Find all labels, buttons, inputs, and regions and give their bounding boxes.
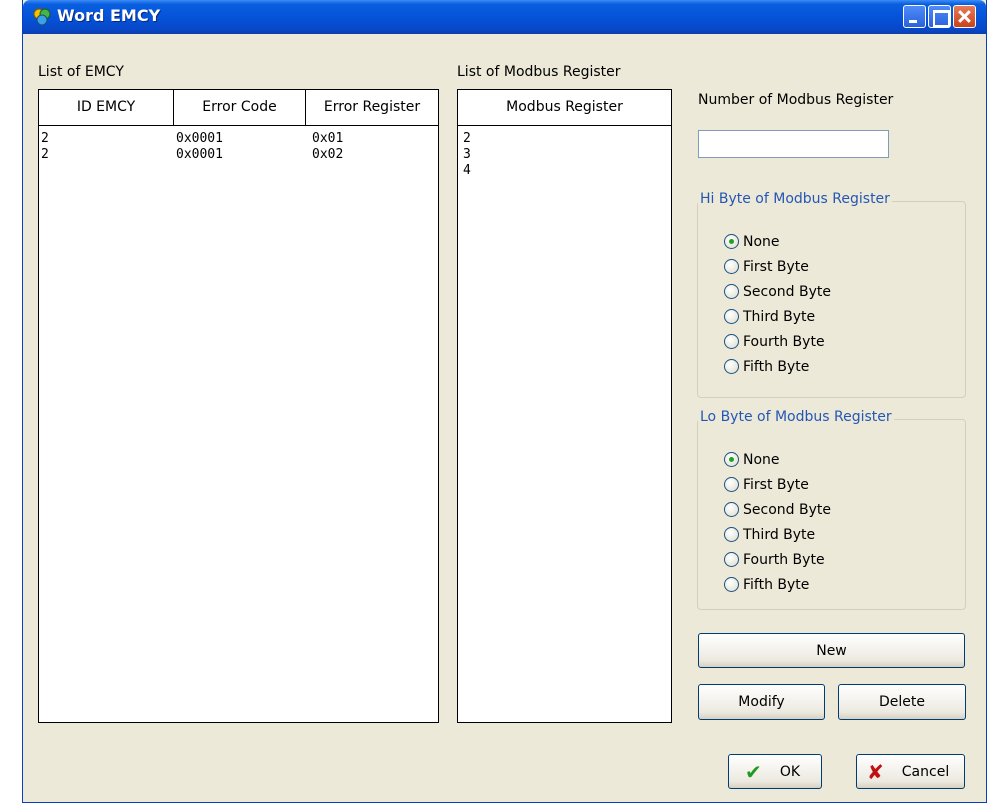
app-icon	[33, 8, 51, 26]
radio-button[interactable]	[724, 259, 739, 274]
radio-label: None	[743, 452, 780, 468]
cancel-button[interactable]: ✘ Cancel	[856, 754, 965, 789]
radio-label: Fifth Byte	[743, 359, 810, 375]
radio-label: Second Byte	[743, 502, 831, 518]
modbus-list-label: List of Modbus Register	[457, 64, 621, 80]
modbus-row-2[interactable]: 3	[463, 147, 471, 163]
radio-label: Third Byte	[743, 309, 816, 325]
close-button[interactable]	[953, 5, 976, 28]
radio-label: Fourth Byte	[743, 552, 825, 568]
radio-button[interactable]	[724, 577, 739, 592]
ok-button-label: OK	[779, 763, 801, 780]
radio-button[interactable]	[724, 334, 739, 349]
number-of-modbus-register-input[interactable]	[698, 130, 889, 158]
column-header-modbus-register[interactable]: Modbus Register	[458, 90, 671, 125]
radio-button[interactable]	[724, 284, 739, 299]
radio-label: Third Byte	[743, 527, 816, 543]
radio-label: First Byte	[743, 477, 809, 493]
emcy-row-1-error-register[interactable]: 0x01	[312, 131, 343, 147]
cancel-button-label: Cancel	[901, 763, 950, 780]
new-button[interactable]: New	[698, 633, 965, 668]
header-divider	[458, 125, 671, 126]
emcy-row-2-error-code[interactable]: 0x0001	[176, 147, 223, 163]
hi-byte-group-title: Hi Byte of Modbus Register	[698, 191, 892, 207]
radio-selected-dot	[729, 457, 734, 462]
radio-label: Fifth Byte	[743, 577, 810, 593]
lo-byte-group: Lo Byte of Modbus Register None First By…	[697, 409, 966, 610]
radio-label: First Byte	[743, 259, 809, 275]
delete-button-label: Delete	[879, 694, 925, 710]
radio-button-selected[interactable]	[724, 234, 739, 249]
modbus-register-list[interactable]: Modbus Register 2 3 4	[457, 89, 672, 723]
x-cross-icon: ✘	[867, 759, 884, 784]
column-header-id-emcy[interactable]: ID EMCY	[39, 90, 174, 125]
emcy-list-label: List of EMCY	[38, 64, 124, 80]
minimize-button[interactable]	[903, 5, 926, 28]
number-of-modbus-register-label: Number of Modbus Register	[698, 92, 894, 108]
radio-label: None	[743, 234, 780, 250]
emcy-row-1-id[interactable]: 2	[41, 131, 49, 147]
lo-byte-group-title: Lo Byte of Modbus Register	[698, 409, 894, 425]
radio-button[interactable]	[724, 309, 739, 324]
emcy-row-2-id[interactable]: 2	[41, 147, 49, 163]
modify-button[interactable]: Modify	[698, 684, 825, 720]
radio-label: Fourth Byte	[743, 334, 825, 350]
modbus-row-3[interactable]: 4	[463, 163, 471, 179]
header-divider	[39, 125, 438, 126]
radio-button[interactable]	[724, 359, 739, 374]
ok-button[interactable]: ✔ OK	[728, 754, 822, 789]
modify-button-label: Modify	[738, 694, 785, 710]
title-bar[interactable]: Word EMCY	[23, 0, 986, 34]
delete-button[interactable]: Delete	[838, 684, 966, 720]
radio-button[interactable]	[724, 527, 739, 542]
emcy-row-1-error-code[interactable]: 0x0001	[176, 131, 223, 147]
emcy-list[interactable]: ID EMCY Error Code Error Register 2 0x00…	[38, 89, 439, 723]
radio-selected-dot	[729, 239, 734, 244]
radio-label: Second Byte	[743, 284, 831, 300]
radio-button[interactable]	[724, 552, 739, 567]
maximize-button[interactable]	[928, 5, 951, 28]
modbus-row-1[interactable]: 2	[463, 131, 471, 147]
radio-button-selected[interactable]	[724, 452, 739, 467]
hi-byte-group: Hi Byte of Modbus Register None First By…	[697, 191, 966, 398]
column-header-error-code[interactable]: Error Code	[174, 90, 306, 125]
radio-button[interactable]	[724, 477, 739, 492]
radio-button[interactable]	[724, 502, 739, 517]
column-header-error-register[interactable]: Error Register	[306, 90, 438, 125]
word-emcy-window: Word EMCY List of EMCY ID EMCY Error Cod…	[22, 0, 987, 803]
window-title: Word EMCY	[57, 6, 161, 25]
new-button-label: New	[816, 642, 847, 659]
emcy-row-2-error-register[interactable]: 0x02	[312, 147, 343, 163]
